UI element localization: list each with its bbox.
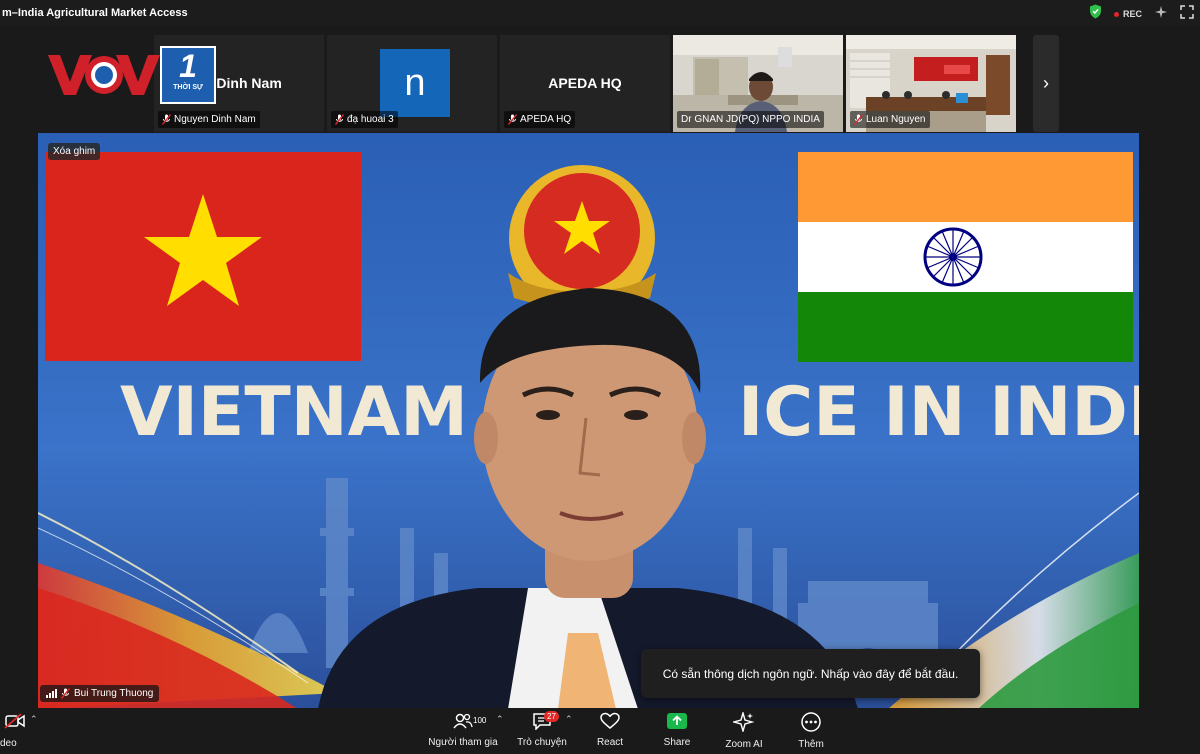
more-dots-icon: [801, 712, 821, 732]
chat-label: Trò chuyện: [517, 737, 567, 748]
participants-label: Người tham gia: [428, 737, 498, 748]
participant-label: Luan Nguyen: [850, 111, 930, 128]
participant-name: Luan Nguyen: [866, 114, 926, 125]
mic-muted-icon: [162, 114, 171, 125]
vov-logo: 1 THỜI SỰ: [46, 45, 216, 105]
chevron-right-icon: ›: [1043, 73, 1049, 93]
ai-sparkle-icon: [733, 712, 755, 732]
more-label: Thêm: [798, 739, 824, 750]
zoom-meeting-window: m–India Agricultural Market Access REC e…: [0, 0, 1200, 754]
participant-name: APEDA HQ: [520, 114, 572, 125]
participant-tile-da-huoai-3[interactable]: n đạ huoai 3: [327, 35, 497, 132]
video-options-caret[interactable]: ⌃: [30, 714, 38, 725]
video-label: deo: [0, 738, 17, 749]
mic-muted-icon: [854, 114, 863, 125]
mic-muted-icon: [61, 688, 70, 699]
participants-count: 100: [473, 716, 487, 725]
vov-wordmark: [48, 55, 160, 95]
main-speaker-video[interactable]: VIETNAM TRA ICE IN INDIA: [38, 133, 1139, 709]
channel-name: THỜI SỰ: [173, 84, 203, 91]
participant-name: đạ huoai 3: [347, 114, 394, 125]
mic-muted-icon: [335, 114, 344, 125]
participant-label: Dr GNAN JD(PQ) NPPO INDIA: [677, 111, 824, 128]
participant-name: Nguyen Dinh Nam: [174, 114, 256, 125]
participant-tile-dr-gnan[interactable]: Dr GNAN JD(PQ) NPPO INDIA: [673, 35, 843, 132]
participant-label: Nguyen Dinh Nam: [158, 111, 260, 128]
participants-button[interactable]: Người tham gia 100: [423, 710, 503, 752]
react-label: React: [596, 737, 624, 748]
strip-next-button[interactable]: ›: [1033, 35, 1059, 132]
participant-avatar: n: [380, 49, 450, 117]
share-label: Share: [663, 737, 691, 748]
toast-message: Có sẵn thông dịch ngôn ngữ. Nhấp vào đây…: [662, 666, 959, 681]
signal-strength-icon: [46, 689, 57, 698]
recording-label: REC: [1122, 9, 1142, 19]
title-bar: m–India Agricultural Market Access REC: [0, 0, 1200, 26]
title-bar-controls: REC: [1089, 4, 1194, 24]
participant-tile-luan-nguyen[interactable]: Luan Nguyen: [846, 35, 1016, 132]
participant-strip: en Dinh Nam Nguyen Dinh Nam n đạ huoai 3…: [154, 35, 1016, 132]
backdrop-text-right: ICE IN INDIA: [738, 373, 1139, 452]
channel-number: 1: [179, 48, 197, 84]
participant-label: đạ huoai 3: [331, 111, 398, 128]
active-speaker-label: Bui Trung Thuong: [40, 685, 160, 702]
meeting-title: m–India Agricultural Market Access: [2, 7, 188, 19]
share-screen-icon: [667, 713, 687, 729]
participant-label: APEDA HQ: [504, 111, 576, 128]
meeting-toolbar: deo ⌃ Người tham gia 100 ⌃ Trò chuyện 27…: [0, 708, 1200, 754]
participant-name: Dr GNAN JD(PQ) NPPO INDIA: [681, 114, 820, 125]
channel-badge: 1 THỜI SỰ: [160, 46, 216, 104]
recording-dot-icon: [1113, 11, 1119, 17]
fullscreen-icon[interactable]: [1180, 4, 1194, 24]
sparkle-icon[interactable]: [1154, 5, 1168, 24]
shield-icon[interactable]: [1089, 4, 1102, 24]
speaker-name: Bui Trung Thuong: [74, 688, 154, 699]
speaker-video-frame: VIETNAM TRA ICE IN INDIA: [38, 133, 1139, 709]
zoom-ai-label: Zoom AI: [725, 739, 763, 750]
heart-icon: [600, 712, 620, 729]
mic-muted-icon: [508, 114, 517, 125]
chat-unread-badge: 27: [544, 711, 559, 722]
recording-indicator[interactable]: REC: [1113, 9, 1142, 19]
more-button[interactable]: Thêm: [771, 710, 851, 752]
interpretation-toast[interactable]: Có sẵn thông dịch ngôn ngữ. Nhấp vào đây…: [641, 649, 980, 698]
participant-tile-apeda-hq[interactable]: APEDA HQ APEDA HQ: [500, 35, 670, 132]
unpin-button[interactable]: Xóa ghim: [48, 143, 101, 160]
participants-icon: [453, 713, 473, 729]
video-camera-off-icon: [4, 713, 25, 729]
participant-display-name: APEDA HQ: [548, 75, 622, 91]
